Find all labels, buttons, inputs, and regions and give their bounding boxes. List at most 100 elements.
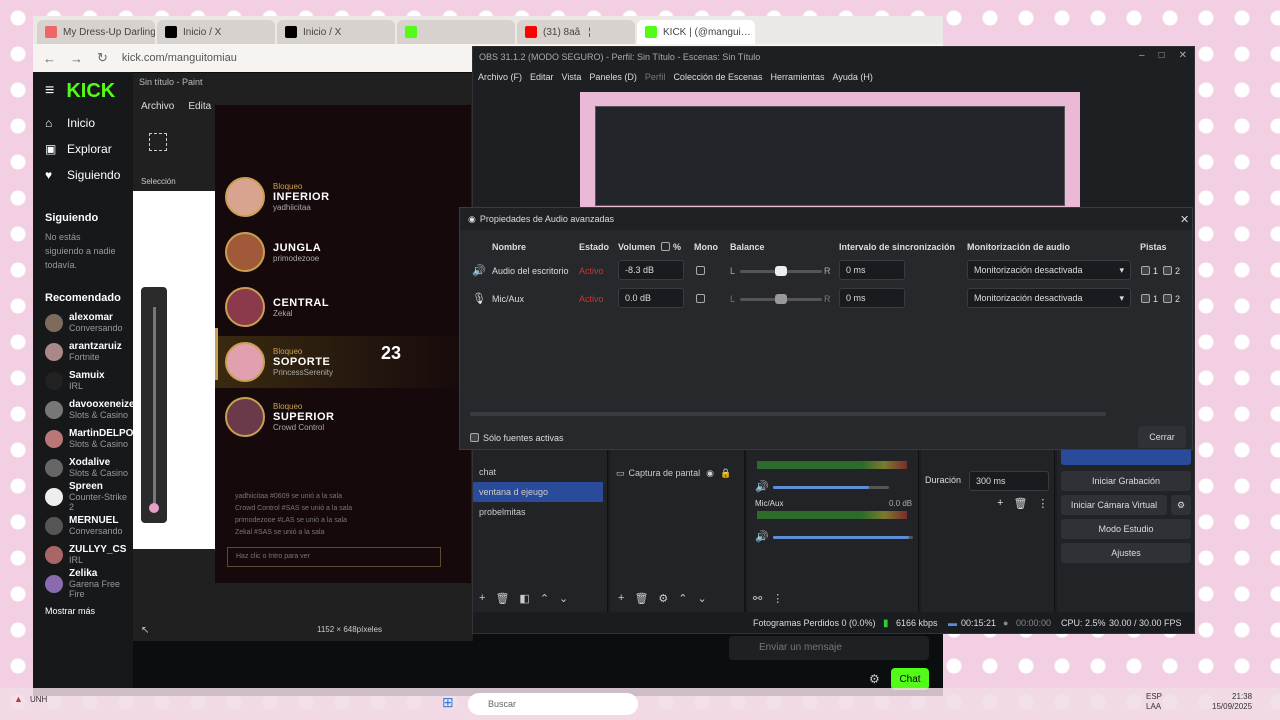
recommended-channel[interactable]: davooxeneize Slots & Casino: [33, 395, 135, 424]
gear-icon[interactable]: ⚙: [1171, 495, 1191, 515]
obs-menu-item[interactable]: Paneles (D): [589, 72, 637, 82]
more-icon[interactable]: ⋮: [1037, 497, 1048, 510]
filter-icon[interactable]: ◧: [519, 592, 529, 605]
zoom-slider[interactable]: [141, 287, 167, 523]
up-icon[interactable]: ⌃: [678, 592, 687, 605]
mono-checkbox[interactable]: [696, 294, 705, 303]
obs-menu-item[interactable]: Vista: [562, 72, 582, 82]
studio-mode-button[interactable]: Modo Estudio: [1061, 519, 1191, 539]
recommended-channel[interactable]: alexomar Conversando: [33, 308, 133, 337]
start-virtualcam-button[interactable]: Iniciar Cámara Virtual: [1061, 495, 1167, 515]
scene-item[interactable]: chat: [473, 462, 607, 482]
mono-checkbox[interactable]: [696, 266, 705, 275]
trash-icon[interactable]: 🗑: [634, 592, 648, 605]
nav-explorar[interactable]: ▣ Explorar: [33, 136, 133, 162]
obs-menu-item[interactable]: Archivo (F): [478, 72, 522, 82]
track-1-checkbox[interactable]: [1141, 266, 1150, 275]
start-recording-button[interactable]: Iniciar Grabación: [1061, 471, 1191, 491]
browser-tab[interactable]: Inicio / X: [157, 20, 275, 44]
desktop-volume-slider[interactable]: [773, 486, 889, 489]
show-more-link[interactable]: Mostrar más: [33, 598, 133, 624]
balance-slider[interactable]: [740, 294, 822, 304]
close-icon[interactable]: ✕: [1179, 50, 1187, 61]
browser-tab[interactable]: (31) 8aâ¦: [517, 20, 635, 44]
recommended-channel[interactable]: MartinDELPOI Slots & Casino: [33, 424, 136, 453]
down-icon[interactable]: ⌄: [559, 592, 568, 605]
recommended-channel[interactable]: Samuix IRL: [33, 366, 133, 395]
balance-slider[interactable]: [740, 266, 822, 276]
nav-siguiendo[interactable]: ♥ Siguiendo: [33, 162, 133, 188]
add-icon[interactable]: +: [479, 592, 485, 605]
recommended-channel[interactable]: Spreen Counter-Strike 2: [33, 481, 133, 512]
volume-field[interactable]: -8.3 dB: [618, 260, 684, 280]
maximize-icon[interactable]: □: [1159, 50, 1165, 61]
lobby-chat-input[interactable]: Haz clic o Intro para ver: [227, 547, 441, 567]
duration-field[interactable]: 300 ms: [969, 471, 1049, 491]
balance-knob[interactable]: [775, 266, 787, 276]
up-icon[interactable]: ⌃: [540, 592, 549, 605]
browser-tab[interactable]: Inicio / X: [277, 20, 395, 44]
browser-tab[interactable]: My Dress-Up Darling: [37, 20, 155, 44]
lock-icon[interactable]: 🔒: [720, 468, 731, 479]
sync-field[interactable]: 0 ms: [839, 260, 905, 280]
speaker-icon[interactable]: 🔊: [755, 530, 769, 543]
gear-icon[interactable]: ⚙: [658, 592, 668, 605]
volume-field[interactable]: 0.0 dB: [618, 288, 684, 308]
reload-icon[interactable]: ↻: [97, 50, 108, 66]
paint-menu-item[interactable]: Edita: [188, 101, 211, 112]
trash-icon[interactable]: 🗑: [495, 592, 509, 605]
taskbar-search[interactable]: Buscar: [468, 693, 638, 715]
track-2-checkbox[interactable]: [1163, 294, 1172, 303]
browser-tab[interactable]: [397, 20, 515, 44]
percent-checkbox[interactable]: [661, 242, 670, 251]
paint-menu-item[interactable]: Archivo: [141, 101, 174, 112]
obs-menu-item[interactable]: Perfil: [645, 72, 666, 82]
recommended-channel[interactable]: Xodalive Slots & Casino: [33, 453, 133, 482]
recommended-channel[interactable]: arantzaruiz Fortnite: [33, 337, 133, 366]
settings-button[interactable]: Ajustes: [1061, 543, 1191, 563]
close-button[interactable]: Cerrar: [1138, 426, 1186, 448]
recommended-channel[interactable]: MERNUEL Conversando: [33, 511, 133, 540]
recommended-channel[interactable]: Zelika Garena Free Fire: [33, 568, 133, 599]
mic-volume-slider[interactable]: [773, 536, 913, 539]
active-only-checkbox[interactable]: [470, 433, 479, 442]
monitor-select[interactable]: Monitorización desactivada ▾: [967, 288, 1131, 308]
minimize-icon[interactable]: –: [1139, 50, 1145, 61]
obs-menu-item[interactable]: Ayuda (H): [833, 72, 873, 82]
scene-item-selected[interactable]: ventana d ejeugo: [473, 482, 603, 502]
track-2-checkbox[interactable]: [1163, 266, 1172, 275]
selection-tool-icon[interactable]: [149, 133, 167, 151]
balance-knob[interactable]: [775, 294, 787, 304]
obs-menu-item[interactable]: Herramientas: [771, 72, 825, 82]
start-icon[interactable]: ⊞: [442, 694, 454, 711]
scene-item[interactable]: probelmitas: [473, 502, 607, 522]
speaker-icon[interactable]: 🔊: [755, 480, 769, 493]
track-1-checkbox[interactable]: [1141, 294, 1150, 303]
down-icon[interactable]: ⌄: [698, 592, 707, 605]
obs-menu-item[interactable]: Editar: [530, 72, 554, 82]
add-icon[interactable]: +: [618, 592, 624, 605]
add-icon[interactable]: +: [997, 497, 1003, 510]
more-icon[interactable]: ⋮: [772, 592, 783, 605]
url-field[interactable]: kick.com/manguitomiau: [122, 52, 237, 64]
gear-icon[interactable]: ⚙: [869, 672, 880, 686]
nav-inicio[interactable]: ⌂ Inicio: [33, 110, 133, 136]
sync-field[interactable]: 0 ms: [839, 288, 905, 308]
link-icon[interactable]: ⚯: [753, 592, 762, 605]
horizontal-scrollbar[interactable]: [470, 412, 1106, 416]
monitor-select[interactable]: Monitorización desactivada ▾: [967, 260, 1131, 280]
kick-logo[interactable]: KICK: [66, 80, 115, 103]
menu-icon[interactable]: ≡: [45, 82, 54, 100]
eye-icon[interactable]: ◉: [706, 468, 714, 479]
chat-input[interactable]: Enviar un mensaje: [729, 636, 929, 660]
close-icon[interactable]: ✕: [1180, 213, 1189, 226]
chat-send-button[interactable]: Chat: [891, 668, 929, 690]
source-item[interactable]: ▭ Captura de pantal ◉ 🔒: [610, 463, 744, 483]
recommended-channel[interactable]: ZULLYY_CS IRL: [33, 540, 133, 569]
forward-icon[interactable]: →: [70, 51, 83, 66]
trash-icon[interactable]: 🗑: [1013, 497, 1027, 510]
back-icon[interactable]: ←: [43, 51, 56, 66]
zoom-thumb[interactable]: [149, 503, 159, 513]
browser-tab-active[interactable]: KICK | (@mangui…: [637, 20, 755, 44]
obs-menu-item[interactable]: Colección de Escenas: [673, 72, 762, 82]
